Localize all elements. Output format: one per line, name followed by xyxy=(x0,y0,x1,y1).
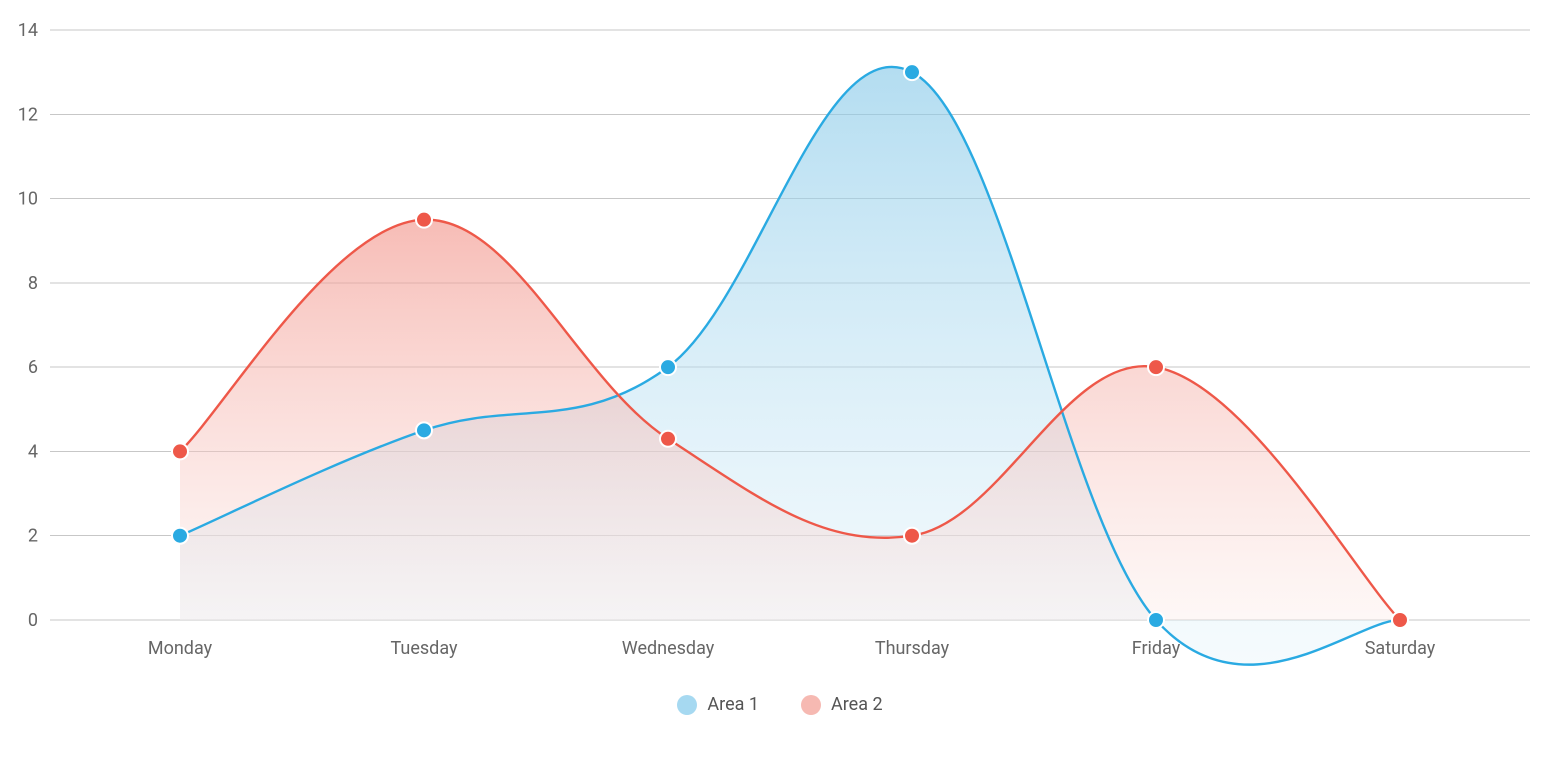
svg-text:Wednesday: Wednesday xyxy=(622,638,715,659)
svg-text:2: 2 xyxy=(28,526,38,547)
legend-swatch-icon xyxy=(801,695,821,715)
area-chart: 0 2 4 6 8 10 12 14 Monday Tuesday Wednesday Thursd… xyxy=(0,0,1560,680)
svg-text:12: 12 xyxy=(18,104,38,125)
legend-item-area-2[interactable]: Area 2 xyxy=(801,694,883,715)
svg-text:6: 6 xyxy=(28,357,38,378)
svg-text:4: 4 xyxy=(28,441,38,462)
svg-text:Thursday: Thursday xyxy=(875,638,950,659)
svg-text:14: 14 xyxy=(18,20,38,41)
svg-text:10: 10 xyxy=(18,189,38,210)
svg-text:Tuesday: Tuesday xyxy=(391,638,458,659)
series-areas xyxy=(180,67,1400,665)
legend-label: Area 2 xyxy=(831,694,883,715)
svg-text:Saturday: Saturday xyxy=(1365,638,1436,659)
y-axis-ticks: 0 2 4 6 8 10 12 14 xyxy=(18,20,38,631)
legend: Area 1 Area 2 xyxy=(0,694,1560,715)
svg-text:8: 8 xyxy=(28,273,38,294)
legend-label: Area 1 xyxy=(707,694,759,715)
legend-swatch-icon xyxy=(677,695,697,715)
svg-text:Monday: Monday xyxy=(148,638,213,659)
svg-text:Friday: Friday xyxy=(1132,638,1181,659)
legend-item-area-1[interactable]: Area 1 xyxy=(677,694,759,715)
svg-text:0: 0 xyxy=(28,610,38,631)
